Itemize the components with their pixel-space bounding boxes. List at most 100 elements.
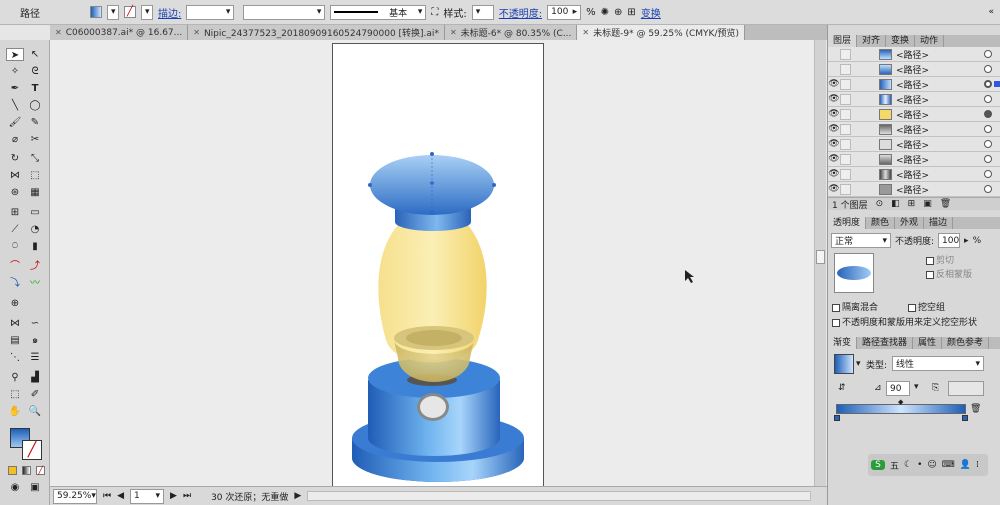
direct-selection-tool-icon[interactable]: ↖ (26, 48, 44, 61)
angle-dropdown[interactable]: ▾ (914, 382, 919, 392)
color-mode-icon[interactable] (8, 466, 17, 475)
mesh-tool-icon[interactable]: ⊞ (6, 206, 24, 219)
style-dropdown[interactable]: ▾ (471, 4, 494, 20)
magic-wand-tool-icon[interactable]: ✧ (6, 65, 24, 78)
eye-icon[interactable]: 👁 (828, 109, 840, 119)
gradient-swatch-dropdown[interactable]: ▾ (856, 359, 861, 369)
gradient-stop[interactable] (834, 415, 840, 421)
target-circle[interactable] (984, 185, 992, 193)
tab-align[interactable]: 对齐 (857, 35, 887, 47)
artboard-tool-icon[interactable]: ⊕ (6, 297, 24, 310)
slice-tool-icon[interactable]: ⋱ (6, 351, 24, 364)
opacity-field[interactable]: 100 (938, 233, 961, 248)
anchor-point[interactable] (430, 181, 434, 185)
stroke-weight-field[interactable]: ▾ (186, 4, 235, 20)
new-sublayer-icon[interactable]: ⊞ (908, 199, 916, 209)
knockout-group-checkbox[interactable] (908, 303, 916, 312)
opacity-stepper-icon[interactable]: ▸ (964, 236, 969, 246)
status-menu-icon[interactable]: ▶ (294, 491, 301, 501)
target-circle[interactable] (984, 95, 992, 103)
tab-pathfinder[interactable]: 路径查找器 (857, 337, 914, 349)
layer-row[interactable]: <路径> (828, 47, 1000, 62)
layer-row[interactable]: 👁 <路径> (828, 107, 1000, 122)
close-icon[interactable]: ✕ (450, 28, 457, 37)
doc-tab-active[interactable]: ✕ 未标题-9* @ 59.25% (CMYK/预览) (577, 25, 746, 40)
target-circle[interactable] (984, 140, 992, 148)
lock-toggle[interactable] (840, 93, 851, 105)
midpoint-diamond-icon[interactable]: ◆ (898, 398, 903, 406)
brush-profile-dropdown[interactable]: 基本 ▾ (330, 4, 427, 20)
lock-toggle[interactable] (840, 123, 851, 135)
anchor-point[interactable] (368, 183, 372, 187)
vertical-scrollbar[interactable] (814, 40, 826, 486)
path-eraser-tool-icon[interactable]: 〰 (26, 277, 44, 290)
pencil-edit-icon[interactable]: ✐ (26, 388, 44, 401)
zoom-dropdown[interactable]: 59.25% ▾ (53, 488, 97, 504)
aspect-ratio-field[interactable] (948, 381, 984, 396)
gradient-swatch[interactable] (834, 354, 854, 374)
target-circle[interactable] (984, 170, 992, 178)
selection-tool-icon[interactable]: ➤ (6, 48, 24, 61)
tab-transparency[interactable]: 透明度 (828, 217, 867, 229)
next-page-icon[interactable]: ▶ (170, 491, 177, 501)
aspect-ratio-icon[interactable]: ⎘ (932, 383, 939, 393)
reflect-tool-icon[interactable]: ⋈ (6, 317, 24, 330)
eye-icon[interactable]: 👁 (828, 94, 840, 104)
target-circle[interactable] (984, 65, 992, 73)
eyedropper-color-icon[interactable]: ⚲ (6, 371, 24, 384)
draw-normal-icon[interactable]: ◉ (6, 481, 24, 494)
scissors-tool-icon[interactable]: ✂ (26, 133, 44, 146)
tab-appearance[interactable]: 外观 (895, 217, 925, 229)
blend-mode-dropdown[interactable]: 正常 ▾ (831, 233, 891, 248)
paintbrush-tool-icon[interactable]: 🖌 (6, 116, 24, 129)
width-tool-icon[interactable]: ⋈ (6, 169, 24, 182)
opacity-field[interactable]: 100 ▸ (547, 4, 582, 20)
graphic-style-icon[interactable]: ⛶ (431, 7, 438, 18)
delete-layer-icon[interactable]: 🗑 (940, 199, 951, 209)
type-tool-icon[interactable]: T (26, 82, 44, 95)
stroke-dropdown[interactable]: ▾ (141, 4, 153, 20)
tab-stroke[interactable]: 描边 (924, 217, 954, 229)
twirl-tool-icon[interactable]: ๑ (26, 334, 44, 347)
delete-stop-icon[interactable]: 🗑 (970, 404, 981, 414)
angle-field[interactable]: 90 (886, 381, 910, 396)
gradient-mode-icon[interactable] (22, 466, 31, 475)
punctuation-icon[interactable]: • (917, 460, 922, 470)
layer-row[interactable]: 👁 <路径> (828, 182, 1000, 197)
scale-tool-icon[interactable]: ⤡ (26, 152, 44, 165)
eye-icon[interactable]: 👁 (828, 154, 840, 164)
target-circle[interactable] (984, 125, 992, 133)
rotate-tool-icon[interactable]: ↻ (6, 152, 24, 165)
page-dropdown[interactable]: 1 ▾ (130, 488, 165, 504)
gradient-type-dropdown[interactable]: 线性 ▾ (892, 356, 984, 371)
make-clipping-mask-icon[interactable]: ◧ (891, 199, 900, 209)
transform-icon[interactable]: ⊞ (627, 7, 635, 18)
opacity-mask-checkbox[interactable] (832, 318, 840, 327)
symbol-sprayer-tool-icon[interactable]: ⍥ (6, 240, 24, 253)
panel-menu-arrows[interactable]: « (988, 7, 994, 17)
stroke-color-box[interactable]: ╱ (22, 440, 42, 460)
stroke-swatch[interactable]: ╱ (124, 6, 136, 18)
pencil-tool-icon[interactable]: ✎ (26, 116, 44, 129)
tab-transform[interactable]: 变换 (886, 35, 916, 47)
smile-icon[interactable]: ☺ (927, 460, 936, 470)
isolate-blending-checkbox[interactable] (832, 303, 840, 312)
anchor-point[interactable] (430, 152, 434, 156)
lock-toggle[interactable] (840, 153, 851, 165)
curvature-tool-icon[interactable]: ⌒ (6, 260, 24, 273)
document-canvas[interactable] (50, 40, 826, 488)
variable-width-dropdown[interactable]: ▾ (243, 4, 326, 20)
moon-icon[interactable]: ☾ (904, 460, 912, 470)
mask-thumbnail[interactable] (834, 253, 874, 293)
eye-icon[interactable]: 👁 (828, 124, 840, 134)
bar-graph-tool-icon[interactable]: ▟ (26, 371, 44, 384)
opacity-link[interactable]: 不透明度: (499, 5, 542, 20)
target-circle[interactable] (984, 155, 992, 163)
new-layer-icon[interactable]: ▣ (923, 199, 932, 209)
eye-icon[interactable]: 👁 (828, 79, 840, 89)
layer-row[interactable]: <路径> (828, 62, 1000, 77)
column-graph-tool-icon[interactable]: ▮ (26, 240, 44, 253)
ellipse-tool-icon[interactable]: ◯ (26, 99, 44, 112)
measure-tool-icon[interactable]: ☰ (26, 351, 44, 364)
clip-checkbox[interactable] (926, 256, 934, 265)
